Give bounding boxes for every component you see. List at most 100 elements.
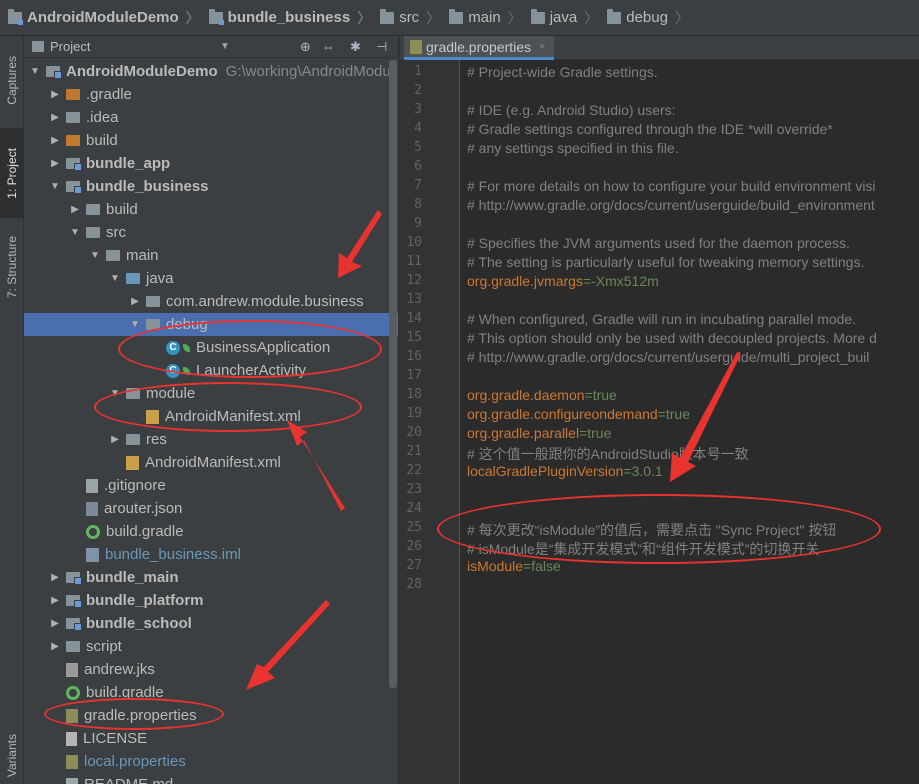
- expand-right-icon[interactable]: ▶: [48, 618, 62, 629]
- property-key: localGradlePluginVersion: [467, 463, 624, 479]
- tree-item[interactable]: ▶ build: [24, 129, 398, 152]
- tree-item[interactable]: ▶ res: [24, 428, 398, 451]
- project-view-selector[interactable]: Project: [50, 39, 90, 54]
- tree-item[interactable]: ▼ AndroidModuleDemo G:\working\AndroidModu: [24, 60, 398, 83]
- tree-item[interactable]: LICENSE: [24, 727, 398, 750]
- expand-right-icon[interactable]: ▶: [48, 135, 62, 146]
- tree-item[interactable]: .gitignore: [24, 474, 398, 497]
- tree-item-label: README.md: [84, 776, 173, 784]
- tree-item[interactable]: ▼ src: [24, 221, 398, 244]
- line-number: 25: [406, 520, 422, 535]
- tree-item[interactable]: local.properties: [24, 750, 398, 773]
- file-icon: [86, 478, 98, 493]
- tree-item[interactable]: ▼ java: [24, 267, 398, 290]
- code-line: org.gradle.parallel=true: [467, 425, 611, 444]
- property-value: =false: [523, 558, 561, 574]
- tree-item[interactable]: ▼ bundle_business: [24, 175, 398, 198]
- breadcrumb-label: debug: [626, 9, 668, 26]
- tree-item-path: G:\working\AndroidModu: [225, 63, 391, 80]
- expand-down-icon[interactable]: ▼: [28, 66, 42, 77]
- module-folder-icon: [66, 572, 82, 585]
- tree-item[interactable]: ▶ bundle_app: [24, 152, 398, 175]
- tree-item[interactable]: ▼ module: [24, 382, 398, 405]
- tree-item[interactable]: bundle_business.iml: [24, 543, 398, 566]
- collapse-all-icon[interactable]: ⇔: [322, 39, 335, 54]
- code-line: # any settings specified in this file.: [467, 140, 679, 159]
- folder-icon: [607, 8, 622, 24]
- tree-item[interactable]: ▶ .gradle: [24, 83, 398, 106]
- tree-item[interactable]: ▶ com.andrew.module.business: [24, 290, 398, 313]
- editor-tab-bar: gradle.properties ×: [400, 36, 919, 60]
- captures-tab[interactable]: Captures: [0, 40, 24, 120]
- tree-item[interactable]: gradle.properties: [24, 704, 398, 727]
- breadcrumb: AndroidModuleDemo 〉 bundle_business 〉 src 〉 ma…: [0, 0, 919, 36]
- expand-right-icon[interactable]: ▶: [68, 204, 82, 215]
- breadcrumb-item[interactable]: src 〉: [380, 8, 449, 28]
- hide-panel-icon[interactable]: ⊣: [376, 39, 387, 55]
- tree-item[interactable]: ▼ main: [24, 244, 398, 267]
- tree-item[interactable]: C LauncherActivity: [24, 359, 398, 382]
- tree-item[interactable]: AndroidManifest.xml: [24, 405, 398, 428]
- comment-text: # This option should only be used with d…: [467, 330, 877, 346]
- scroll-from-source-icon[interactable]: ⊕: [300, 39, 311, 55]
- tree-item[interactable]: ▶ bundle_platform: [24, 589, 398, 612]
- structure-tab[interactable]: 7: Structure: [0, 222, 24, 312]
- breadcrumb-item[interactable]: AndroidModuleDemo 〉: [8, 8, 209, 28]
- project-panel-scrollbar[interactable]: [389, 60, 397, 688]
- breadcrumb-item[interactable]: main 〉: [449, 8, 531, 28]
- line-number: 27: [406, 558, 422, 573]
- chevron-down-icon[interactable]: ▼: [220, 41, 230, 52]
- expand-down-icon[interactable]: ▼: [68, 227, 82, 238]
- close-icon[interactable]: ×: [539, 41, 545, 53]
- expand-down-icon[interactable]: ▼: [88, 250, 102, 261]
- expand-right-icon[interactable]: ▶: [48, 595, 62, 606]
- tree-item[interactable]: ▶ bundle_main: [24, 566, 398, 589]
- expand-down-icon[interactable]: ▼: [108, 388, 122, 399]
- expand-right-icon[interactable]: ▶: [48, 112, 62, 123]
- expand-right-icon[interactable]: ▶: [48, 158, 62, 169]
- tree-item[interactable]: ▼ debug: [24, 313, 398, 336]
- iml-file-icon: [86, 547, 99, 562]
- chevron-right-icon: 〉: [674, 9, 689, 26]
- tab-gradle-properties[interactable]: gradle.properties ×: [404, 36, 554, 60]
- tree-item-label: AndroidManifest.xml: [145, 454, 281, 471]
- breadcrumb-item[interactable]: debug 〉: [607, 8, 698, 28]
- code-line: # http://www.gradle.org/docs/current/use…: [467, 197, 875, 216]
- expand-down-icon[interactable]: ▼: [128, 319, 142, 330]
- expand-right-icon[interactable]: ▶: [108, 434, 122, 445]
- tree-item[interactable]: README.md: [24, 773, 398, 784]
- expand-right-icon[interactable]: ▶: [48, 641, 62, 652]
- breadcrumb-label: bundle_business: [227, 9, 351, 26]
- expand-right-icon[interactable]: ▶: [48, 572, 62, 583]
- tree-item[interactable]: AndroidManifest.xml: [24, 451, 398, 474]
- comment-text: # Gradle settings configured through the…: [467, 121, 833, 137]
- expand-right-icon[interactable]: ▶: [48, 89, 62, 100]
- tree-item[interactable]: ▶ bundle_school: [24, 612, 398, 635]
- tree-item[interactable]: ▶ .idea: [24, 106, 398, 129]
- expand-right-icon[interactable]: ▶: [128, 296, 142, 307]
- folder-icon: [86, 227, 100, 238]
- project-tab[interactable]: 1: Project: [0, 128, 24, 218]
- tree-item[interactable]: ▶ script: [24, 635, 398, 658]
- folder-icon: [126, 434, 140, 445]
- gear-icon[interactable]: ✱: [350, 39, 361, 55]
- tree-item[interactable]: C BusinessApplication: [24, 336, 398, 359]
- properties-file-icon: [66, 754, 78, 769]
- expand-down-icon[interactable]: ▼: [108, 273, 122, 284]
- tree-item[interactable]: build.gradle: [24, 520, 398, 543]
- line-number: 19: [406, 406, 422, 421]
- build-variants-tab[interactable]: Variants: [0, 726, 24, 784]
- module-folder-icon: [66, 595, 82, 608]
- tree-item-label: local.properties: [84, 753, 186, 770]
- expand-down-icon[interactable]: ▼: [48, 181, 62, 192]
- tree-item[interactable]: andrew.jks: [24, 658, 398, 681]
- code-line: org.gradle.configureondemand=true: [467, 406, 690, 425]
- tree-item[interactable]: arouter.json: [24, 497, 398, 520]
- breadcrumb-item[interactable]: java 〉: [530, 8, 608, 28]
- property-value: =3.0.1: [623, 463, 663, 479]
- source-folder-icon: [126, 273, 140, 284]
- breadcrumb-item[interactable]: bundle_business 〉: [208, 8, 381, 28]
- comment-text: # The setting is particularly useful for…: [467, 254, 865, 270]
- tree-item[interactable]: ▶ build: [24, 198, 398, 221]
- tree-item[interactable]: build.gradle: [24, 681, 398, 704]
